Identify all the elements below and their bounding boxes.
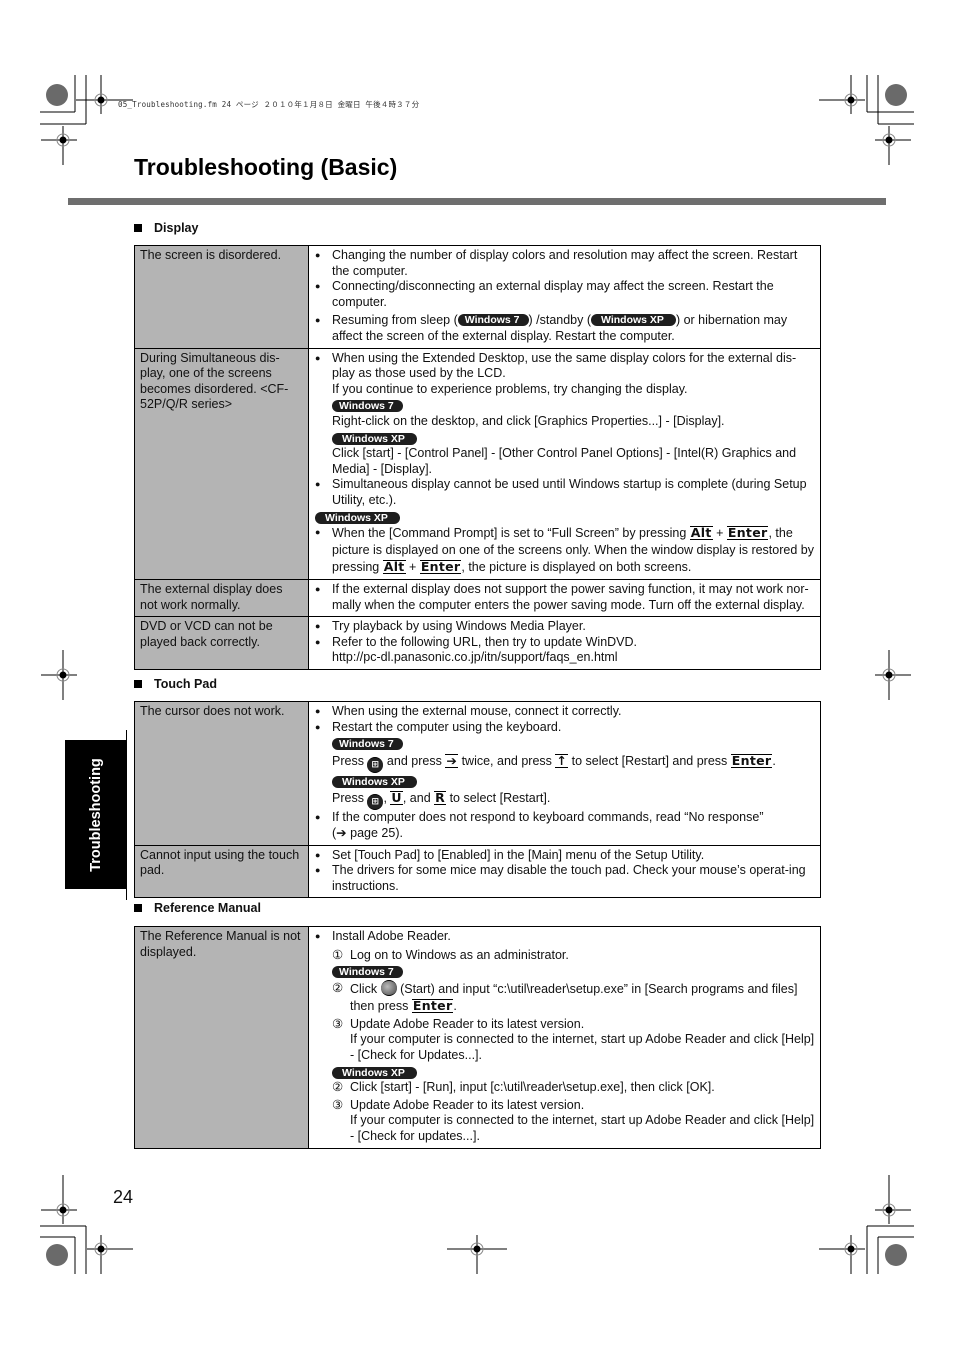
bullet-icon: ● — [315, 527, 321, 538]
bullet-icon: ● — [315, 931, 321, 941]
arrow-reference-icon: ➔ — [336, 825, 347, 840]
alt-key-icon: Alt — [689, 525, 713, 541]
table-row: Cannot input using the touch pad. ● Set [… — [134, 844, 821, 899]
touchpad-troubleshooting-table: The cursor does not work. ● When using th… — [134, 701, 821, 899]
table-row: The cursor does not work. ● When using th… — [134, 701, 821, 846]
start-button-icon — [380, 979, 397, 996]
solution-cell: ● When using the external mouse, connect … — [308, 701, 821, 846]
bullet-icon: ● — [315, 281, 321, 292]
problem-cell: DVD or VCD can not be played back correc… — [134, 616, 309, 671]
r-key-icon: R — [434, 790, 447, 806]
square-bullet-icon — [134, 224, 142, 232]
solution-cell: ● Set [Touch Pad] to [Enabled] in the [Ma… — [308, 844, 821, 899]
up-arrow-key-icon: ↑ — [555, 752, 569, 768]
table-row: The external display does not work norma… — [134, 579, 821, 618]
bullet-icon: ● — [315, 812, 321, 823]
bullet-icon: ● — [315, 584, 321, 595]
bullet-icon: ● — [315, 315, 321, 326]
step-marker: ③ — [332, 1097, 344, 1112]
step-marker: ② — [332, 980, 344, 995]
section-heading-touchpad: Touch Pad — [134, 677, 217, 691]
side-divider — [126, 730, 127, 900]
windows-xp-badge: Windows XP — [315, 511, 400, 524]
display-troubleshooting-table: The screen is disordered. ● Changing the … — [134, 245, 821, 671]
step-marker: ③ — [332, 1016, 344, 1031]
problem-cell: Cannot input using the touch pad. — [134, 844, 309, 899]
page-reference-link[interactable]: page 25). — [350, 826, 403, 840]
file-metadata-header: 05_Troubleshooting.fm 24 ページ ２０１０年１月８日 金… — [118, 100, 420, 109]
reference-manual-troubleshooting-table: The Reference Manual is not displayed. ●… — [134, 926, 821, 1149]
table-row: During Simultaneous dis-play, one of the… — [134, 347, 821, 581]
side-tab-label: Troubleshooting — [87, 757, 104, 872]
right-arrow-key-icon: ➔ — [445, 752, 459, 768]
color-registration-mark — [46, 1244, 68, 1266]
solution-cell: ● Install Adobe Reader. ① Log on to Window… — [308, 926, 821, 1149]
color-registration-mark — [46, 84, 68, 106]
windows-key-icon: ⊞ — [367, 756, 384, 773]
windows-xp-badge: Windows XP — [332, 432, 417, 445]
windows-xp-badge: Windows XP — [332, 775, 417, 788]
problem-cell: The screen is disordered. — [134, 245, 309, 349]
page-number: 24 — [113, 1187, 134, 1207]
step-marker: ② — [332, 1080, 344, 1095]
title-rule — [68, 198, 886, 205]
bullet-icon: ● — [315, 706, 321, 716]
u-key-icon: U — [390, 790, 403, 806]
problem-cell: During Simultaneous dis-play, one of the… — [134, 347, 309, 581]
section-heading-display: Display — [134, 221, 198, 235]
color-registration-mark — [885, 84, 907, 106]
solution-cell: ● Try playback by using Windows Media Pla… — [308, 616, 821, 671]
problem-cell: The external display does not work norma… — [134, 579, 309, 618]
windows-xp-badge: Windows XP — [332, 1066, 417, 1079]
bullet-icon: ● — [315, 352, 321, 363]
square-bullet-icon — [134, 904, 142, 912]
enter-key-icon: Enter — [726, 525, 769, 541]
solution-cell: ● When using the Extended Desktop, use th… — [308, 347, 821, 581]
windows-key-icon: ⊞ — [367, 794, 384, 811]
bullet-icon: ● — [315, 621, 321, 632]
table-row: The screen is disordered. ● Changing the … — [134, 245, 821, 349]
windows-7-badge: Windows 7 — [332, 400, 403, 413]
section-heading-reference-manual: Reference Manual — [134, 901, 261, 915]
bullet-icon: ● — [315, 865, 321, 876]
table-row: The Reference Manual is not displayed. ●… — [134, 926, 821, 1149]
windows-7-badge: Windows 7 — [332, 738, 403, 751]
solution-cell: ● If the external display does not suppor… — [308, 579, 821, 618]
enter-key-icon: Enter — [730, 752, 773, 768]
problem-cell: The cursor does not work. — [134, 701, 309, 846]
enter-key-icon: Enter — [411, 997, 454, 1013]
bullet-icon: ● — [315, 721, 321, 732]
bullet-icon: ● — [315, 479, 321, 490]
bullet-icon: ● — [315, 250, 321, 260]
bullet-icon: ● — [315, 849, 321, 860]
windows-xp-badge: Windows XP — [591, 314, 676, 327]
color-registration-mark — [885, 1244, 907, 1266]
square-bullet-icon — [134, 680, 142, 688]
solution-cell: ● Changing the number of display colors a… — [308, 245, 821, 349]
support-url-link[interactable]: http://pc-dl.panasonic.co.jp/itn/support… — [332, 650, 815, 666]
bullet-icon: ● — [315, 636, 321, 647]
page-title: Troubleshooting (Basic) — [134, 154, 398, 180]
windows-7-badge: Windows 7 — [457, 314, 529, 327]
table-row: DVD or VCD can not be played back correc… — [134, 616, 821, 671]
enter-key-icon: Enter — [419, 559, 462, 575]
problem-cell: The Reference Manual is not displayed. — [134, 926, 309, 1149]
step-marker: ① — [332, 947, 344, 962]
windows-7-badge: Windows 7 — [332, 966, 403, 979]
alt-key-icon: Alt — [382, 559, 406, 575]
side-tab: Troubleshooting — [65, 740, 126, 889]
